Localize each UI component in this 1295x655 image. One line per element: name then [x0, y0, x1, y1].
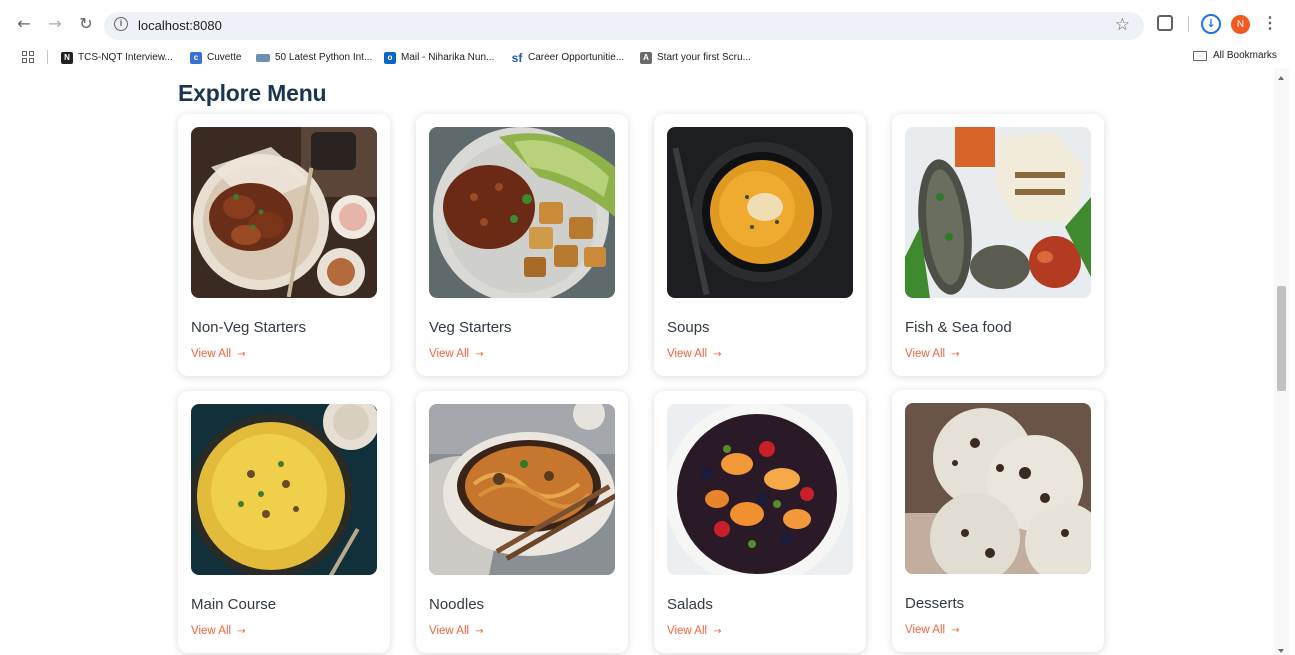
menu-card-title: Main Course	[191, 596, 277, 613]
browser-toolbar: ← → ↻ i localhost:8080 ☆ ↓ N ⋮	[0, 0, 1295, 46]
menu-card[interactable]: Desserts View All →	[892, 390, 1104, 652]
menu-card-title: Veg Starters	[429, 319, 512, 336]
scrollbar-thumb[interactable]	[1277, 286, 1286, 391]
profile-avatar[interactable]: N	[1231, 15, 1250, 34]
view-all-link[interactable]: View All →	[667, 625, 721, 637]
bookmark-favicon-icon: c	[190, 51, 202, 64]
bookmark-favicon-icon	[256, 53, 270, 62]
reload-icon[interactable]: ↻	[76, 14, 96, 34]
view-all-link[interactable]: View All →	[429, 625, 483, 637]
arrow-right-icon: →	[713, 348, 722, 360]
toolbar-divider	[1188, 16, 1189, 32]
bookmark-favicon-icon: o	[384, 51, 396, 64]
view-all-label: View All	[667, 625, 708, 637]
arrow-right-icon: →	[237, 348, 246, 360]
menu-card-image	[429, 127, 615, 298]
bookmark-star-icon[interactable]: ☆	[1115, 15, 1130, 35]
view-all-label: View All	[905, 348, 946, 360]
menu-card-image	[667, 127, 853, 298]
folder-icon	[1193, 50, 1207, 61]
view-all-label: View All	[429, 348, 470, 360]
menu-card-image	[191, 127, 377, 298]
menu-card-image	[191, 404, 377, 575]
apps-grid-icon[interactable]	[22, 51, 34, 63]
browser-menu-icon[interactable]: ⋮	[1262, 14, 1278, 34]
arrow-right-icon: →	[713, 625, 722, 637]
forward-arrow-icon[interactable]: →	[45, 14, 65, 34]
arrow-right-icon: →	[951, 348, 960, 360]
bookmarks-divider	[47, 50, 48, 64]
all-bookmarks-button[interactable]: All Bookmarks	[1193, 50, 1277, 61]
view-all-label: View All	[667, 348, 708, 360]
scroll-down-arrow-icon[interactable]	[1278, 649, 1284, 653]
bookmark-label: Career Opportunitie...	[528, 52, 625, 63]
address-bar[interactable]: i localhost:8080 ☆	[104, 12, 1144, 40]
menu-card-image	[905, 403, 1091, 574]
view-all-label: View All	[429, 625, 470, 637]
page-content: Explore Menu Non-Veg Starters View All →…	[0, 68, 1274, 655]
menu-card[interactable]: Salads View All →	[654, 391, 866, 653]
view-all-link[interactable]: View All →	[905, 348, 959, 360]
section-title: Explore Menu	[178, 80, 327, 106]
bookmarks-bar: N TCS-NQT Interview... c Cuvette 50 Late…	[0, 46, 1295, 68]
arrow-right-icon: →	[951, 624, 960, 636]
download-icon[interactable]: ↓	[1201, 14, 1221, 34]
bookmark-label: TCS-NQT Interview...	[78, 52, 173, 63]
bookmark-label: 50 Latest Python Int...	[275, 52, 373, 63]
menu-card-title: Fish & Sea food	[905, 319, 1012, 336]
extensions-icon[interactable]	[1157, 15, 1173, 31]
menu-card[interactable]: Fish & Sea food View All →	[892, 114, 1104, 376]
menu-card-title: Non-Veg Starters	[191, 319, 307, 336]
bookmark-favicon-icon: N	[61, 51, 73, 64]
menu-card-image	[667, 404, 853, 575]
menu-card-image	[905, 127, 1091, 298]
bookmark-item[interactable]: A Start your first Scru...	[640, 50, 751, 65]
bookmark-label: Start your first Scru...	[657, 52, 751, 63]
arrow-right-icon: →	[475, 625, 484, 637]
menu-card-title: Noodles	[429, 596, 485, 613]
bookmark-favicon-icon: sf	[511, 50, 523, 65]
bookmark-favicon-icon: A	[640, 51, 652, 64]
view-all-link[interactable]: View All →	[667, 348, 721, 360]
bookmark-item[interactable]: sf Career Opportunitie...	[511, 50, 625, 65]
menu-card-title: Salads	[667, 596, 713, 613]
all-bookmarks-label: All Bookmarks	[1213, 50, 1277, 61]
address-url[interactable]: localhost:8080	[138, 18, 222, 33]
bookmark-item[interactable]: o Mail - Niharika Nun...	[384, 50, 494, 65]
view-all-label: View All	[191, 348, 232, 360]
view-all-label: View All	[191, 625, 232, 637]
menu-card[interactable]: Non-Veg Starters View All →	[178, 114, 390, 376]
view-all-link[interactable]: View All →	[429, 348, 483, 360]
menu-card-image	[429, 404, 615, 575]
view-all-link[interactable]: View All →	[191, 348, 245, 360]
menu-card[interactable]: Veg Starters View All →	[416, 114, 628, 376]
view-all-link[interactable]: View All →	[905, 624, 959, 636]
arrow-right-icon: →	[237, 625, 246, 637]
bookmark-item[interactable]: 50 Latest Python Int...	[256, 50, 372, 65]
view-all-label: View All	[905, 624, 946, 636]
menu-card[interactable]: Soups View All →	[654, 114, 866, 376]
page-scrollbar[interactable]	[1274, 68, 1289, 655]
bookmark-item[interactable]: N TCS-NQT Interview...	[61, 50, 173, 65]
bookmark-label: Cuvette	[207, 52, 242, 63]
site-info-icon[interactable]: i	[114, 17, 128, 31]
menu-card[interactable]: Noodles View All →	[416, 391, 628, 653]
menu-card-title: Soups	[667, 319, 710, 336]
scroll-up-arrow-icon[interactable]	[1278, 76, 1284, 80]
menu-card-title: Desserts	[905, 595, 965, 612]
back-arrow-icon[interactable]: ←	[14, 14, 34, 34]
bookmark-item[interactable]: c Cuvette	[190, 50, 241, 65]
view-all-link[interactable]: View All →	[191, 625, 245, 637]
bookmark-label: Mail - Niharika Nun...	[401, 52, 495, 63]
menu-card[interactable]: Main Course View All →	[178, 391, 390, 653]
arrow-right-icon: →	[475, 348, 484, 360]
